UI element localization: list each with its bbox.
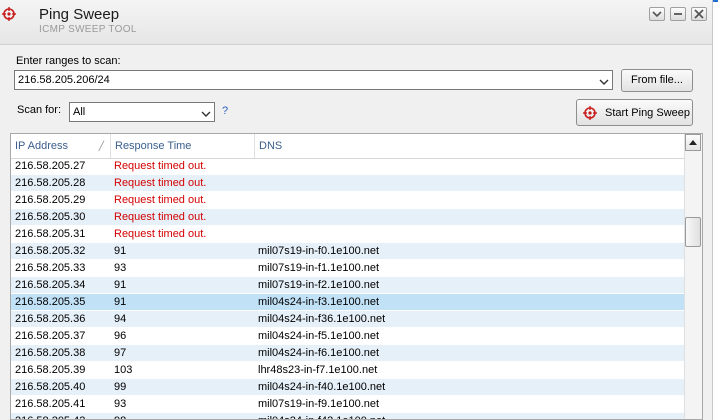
arrow-up-icon (686, 137, 700, 154)
ip-address-cell: 216.58.205.32 (15, 245, 86, 257)
window-title: Ping Sweep (39, 6, 120, 23)
chevron-down-icon[interactable] (201, 109, 211, 121)
ping-sweep-window: Ping Sweep ICMP SWEEP TOOL Enter ranges … (0, 0, 713, 420)
table-row[interactable]: 216.58.205.28 Request timed out. (11, 175, 685, 192)
table-row[interactable]: 216.58.205.40 99 mil04s24-in-f40.1e100.net (11, 379, 685, 396)
help-link[interactable]: ? (222, 105, 228, 117)
scan-for-label: Scan for: (17, 104, 62, 116)
column-header-response-time[interactable]: Response Time (111, 134, 255, 158)
ip-address-cell: 216.58.205.41 (15, 398, 86, 410)
ip-address-cell: 216.58.205.35 (15, 296, 86, 308)
title-bar[interactable]: Ping Sweep ICMP SWEEP TOOL (0, 0, 712, 45)
scan-for-select[interactable]: All (69, 102, 215, 122)
response-time-cell: 97 (114, 347, 127, 359)
response-time-cell: 91 (114, 245, 127, 257)
response-time-cell: 93 (114, 262, 127, 274)
table-row[interactable]: 216.58.205.36 94 mil04s24-in-f36.1e100.net (11, 311, 685, 328)
column-header-dns[interactable]: DNS (255, 134, 685, 158)
ip-address-cell: 216.58.205.29 (15, 194, 86, 206)
ranges-label: Enter ranges to scan: (16, 55, 121, 67)
scrollbar-thumb[interactable] (685, 217, 701, 247)
table-header: IP Address ╱ Response Time DNS (11, 134, 685, 159)
response-time-cell: 99 (114, 381, 127, 393)
dns-cell: mil04s24-in-f5.1e100.net (258, 330, 380, 342)
window-subtitle: ICMP SWEEP TOOL (39, 24, 137, 35)
range-value: 216.58.205.206/24 (18, 74, 110, 86)
table-row[interactable]: 216.58.205.32 91 mil07s19-in-f0.1e100.net (11, 243, 685, 260)
table-row[interactable]: 216.58.205.27 Request timed out. (11, 158, 685, 175)
chevron-down-icon[interactable] (599, 77, 609, 89)
response-time-cell: Request timed out. (114, 160, 207, 172)
table-row[interactable]: 216.58.205.33 93 mil07s19-in-f1.1e100.net (11, 260, 685, 277)
response-time-cell: Request timed out. (114, 211, 207, 223)
table-row[interactable]: 216.58.205.41 93 mil07s19-in-f9.1e100.net (11, 396, 685, 413)
table-body: 216.58.205.27 Request timed out. 216.58.20… (11, 158, 685, 419)
table-row[interactable]: 216.58.205.37 96 mil04s24-in-f5.1e100.net (11, 328, 685, 345)
response-time-cell: 98 (114, 415, 126, 419)
dns-cell: mil07s19-in-f0.1e100.net (258, 245, 380, 257)
results-table: IP Address ╱ Response Time DNS 216.58.20… (10, 133, 703, 420)
ip-address-cell: 216.58.205.31 (15, 228, 86, 240)
response-time-cell: 91 (114, 279, 127, 291)
ip-address-cell: 216.58.205.40 (15, 381, 86, 393)
dns-cell: mil04s24-in-f3.1e100.net (258, 296, 380, 308)
table-row[interactable]: 216.58.205.31 Request timed out. (11, 226, 685, 243)
dns-cell: mil04s24-in-f6.1e100.net (258, 347, 380, 359)
dns-cell: mil04s24-in-f42.1e100.net (258, 415, 385, 419)
range-combobox[interactable]: 216.58.205.206/24 (14, 70, 613, 90)
start-ping-sweep-button[interactable]: Start Ping Sweep (576, 99, 693, 126)
dns-cell: mil07s19-in-f1.1e100.net (258, 262, 380, 274)
scroll-up-button[interactable] (685, 134, 701, 151)
table-row[interactable]: 216.58.205.29 Request timed out. (11, 192, 685, 209)
ip-address-cell: 216.58.205.39 (15, 364, 86, 376)
ip-address-cell: 216.58.205.42 (15, 415, 85, 419)
table-row[interactable]: 216.58.205.42 98 mil04s24-in-f42.1e100.net (11, 413, 685, 419)
ip-address-cell: 216.58.205.34 (15, 279, 86, 291)
dns-cell: lhr48s23-in-f7.1e100.net (258, 364, 378, 376)
ip-address-cell: 216.58.205.30 (15, 211, 86, 223)
sort-indicator-icon: ╱ (98, 141, 104, 151)
response-time-cell: 103 (114, 364, 133, 376)
vertical-scrollbar[interactable] (684, 134, 702, 419)
dns-cell: mil07s19-in-f9.1e100.net (258, 398, 380, 410)
from-file-button[interactable]: From file... (621, 69, 693, 92)
crosshair-icon (2, 7, 16, 21)
close-icon (692, 8, 706, 20)
ip-address-cell: 216.58.205.37 (15, 330, 86, 342)
scan-for-value: All (73, 106, 86, 118)
minimize-icon (671, 8, 685, 20)
ip-address-cell: 216.58.205.36 (15, 313, 86, 325)
column-header-ip[interactable]: IP Address ╱ (11, 134, 111, 158)
dns-cell: mil04s24-in-f40.1e100.net (258, 381, 386, 393)
dns-cell: mil04s24-in-f36.1e100.net (258, 313, 386, 325)
ip-address-cell: 216.58.205.28 (15, 177, 86, 189)
table-row[interactable]: 216.58.205.35 91 mil04s24-in-f3.1e100.net (11, 294, 685, 311)
response-time-cell: Request timed out. (114, 194, 207, 206)
table-row[interactable]: 216.58.205.30 Request timed out. (11, 209, 685, 226)
dns-cell: mil07s19-in-f2.1e100.net (258, 279, 380, 291)
minimize-button[interactable] (670, 7, 686, 21)
response-time-cell: 94 (114, 313, 127, 325)
chevron-down-icon (650, 8, 664, 20)
table-row[interactable]: 216.58.205.39 103 lhr48s23-in-f7.1e100.net (11, 362, 685, 379)
response-time-cell: Request timed out. (114, 228, 207, 240)
response-time-cell: 91 (114, 296, 127, 308)
ip-address-cell: 216.58.205.27 (15, 160, 86, 172)
response-time-cell: 93 (114, 398, 127, 410)
close-button[interactable] (691, 7, 707, 21)
response-time-cell: Request timed out. (114, 177, 207, 189)
table-row[interactable]: 216.58.205.38 97 mil04s24-in-f6.1e100.net (11, 345, 685, 362)
collapse-button[interactable] (649, 7, 665, 21)
table-row[interactable]: 216.58.205.34 91 mil07s19-in-f2.1e100.net (11, 277, 685, 294)
crosshair-icon (583, 106, 597, 123)
response-time-cell: 96 (114, 330, 127, 342)
start-ping-sweep-label: Start Ping Sweep (605, 107, 690, 119)
ip-address-cell: 216.58.205.33 (15, 262, 86, 274)
ip-address-cell: 216.58.205.38 (15, 347, 86, 359)
